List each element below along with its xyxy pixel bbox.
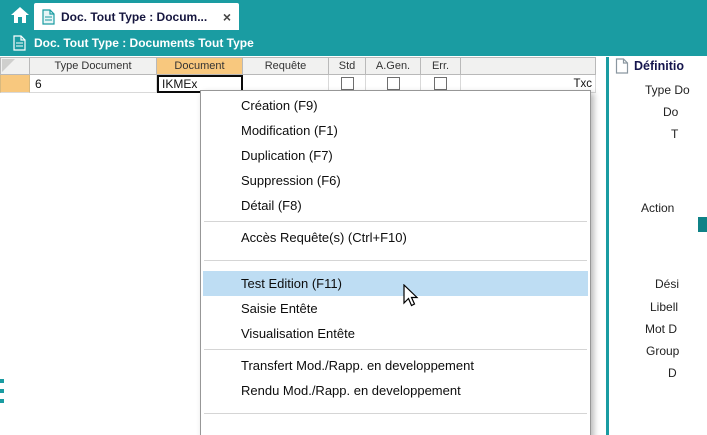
column-header-extra[interactable] — [461, 57, 596, 75]
menu-item-detail[interactable]: Détail (F8) — [203, 193, 588, 218]
menu-item-transfert-mod[interactable]: Transfert Mod./Rapp. en developpement — [203, 353, 588, 378]
cell-type-document[interactable]: 6 — [30, 75, 157, 93]
tab-document-icon — [42, 9, 55, 25]
column-header-type-document[interactable]: Type Document — [30, 57, 157, 75]
label-type-document: Type Do — [645, 83, 690, 97]
menu-item-suppression[interactable]: Suppression (F6) — [203, 168, 588, 193]
panel-button-fragment[interactable] — [698, 217, 707, 232]
document-tab[interactable]: Doc. Tout Type : Docum... × — [34, 3, 239, 30]
right-panel-header: Définitio — [615, 58, 684, 74]
menu-separator — [204, 413, 587, 414]
menu-item-duplication[interactable]: Duplication (F7) — [203, 143, 588, 168]
tab-title: Doc. Tout Type : Docum... — [61, 10, 207, 24]
std-checkbox[interactable] — [341, 77, 354, 90]
table-header: Type Document Document Requête Std A.Gen… — [0, 57, 596, 75]
label-document: Do — [663, 105, 678, 119]
row-selector-cell[interactable] — [0, 75, 30, 93]
label-type: T — [671, 127, 678, 141]
corner-triangle-icon — [2, 59, 15, 72]
menu-item-visualisation-entete[interactable]: Visualisation Entête — [203, 321, 588, 346]
titlebar-document-icon — [13, 35, 26, 51]
left-splitter-grip[interactable] — [0, 379, 4, 404]
err-checkbox[interactable] — [434, 77, 447, 90]
label-designation: Dési — [655, 277, 679, 291]
label-mot-directeur: Mot D — [645, 322, 677, 336]
app-window: Doc. Tout Type : Docum... × Doc. Tout Ty… — [0, 0, 707, 435]
table-corner-cell[interactable] — [0, 57, 30, 75]
agen-checkbox[interactable] — [387, 77, 400, 90]
menu-item-saisie-entete[interactable]: Saisie Entête — [203, 296, 588, 321]
tab-close-icon[interactable]: × — [223, 10, 231, 24]
label-action: Action — [641, 201, 674, 215]
label-d: D — [668, 366, 677, 380]
window-title: Doc. Tout Type : Documents Tout Type — [34, 36, 254, 50]
menu-item-acces-requete[interactable]: Accès Requête(s) (Ctrl+F10) — [203, 225, 588, 250]
column-header-requete[interactable]: Requête — [243, 57, 329, 75]
menu-item-modification[interactable]: Modification (F1) — [203, 118, 588, 143]
menu-item-rendu-mod[interactable]: Rendu Mod./Rapp. en developpement — [203, 378, 588, 403]
menu-separator — [204, 260, 587, 261]
home-button[interactable] — [8, 4, 32, 26]
column-header-std[interactable]: Std — [329, 57, 366, 75]
right-panel-title: Définitio — [634, 59, 684, 73]
column-header-agen[interactable]: A.Gen. — [366, 57, 421, 75]
panel-divider[interactable] — [606, 57, 609, 435]
top-tab-bar: Doc. Tout Type : Docum... × — [0, 0, 707, 30]
menu-item-test-edition[interactable]: Test Edition (F11) — [203, 271, 588, 296]
menu-separator — [204, 221, 587, 222]
column-header-err[interactable]: Err. — [421, 57, 461, 75]
menu-separator — [204, 349, 587, 350]
context-menu: Création (F9) Modification (F1) Duplicat… — [200, 90, 591, 435]
label-libelle: Libell — [650, 300, 678, 314]
column-header-document[interactable]: Document — [157, 57, 243, 75]
menu-item-creation[interactable]: Création (F9) — [203, 93, 588, 118]
home-icon — [10, 6, 30, 24]
label-groupe: Group — [646, 344, 679, 358]
mouse-cursor — [403, 284, 421, 308]
definition-page-icon — [615, 58, 629, 74]
title-bar: Doc. Tout Type : Documents Tout Type — [0, 30, 707, 56]
